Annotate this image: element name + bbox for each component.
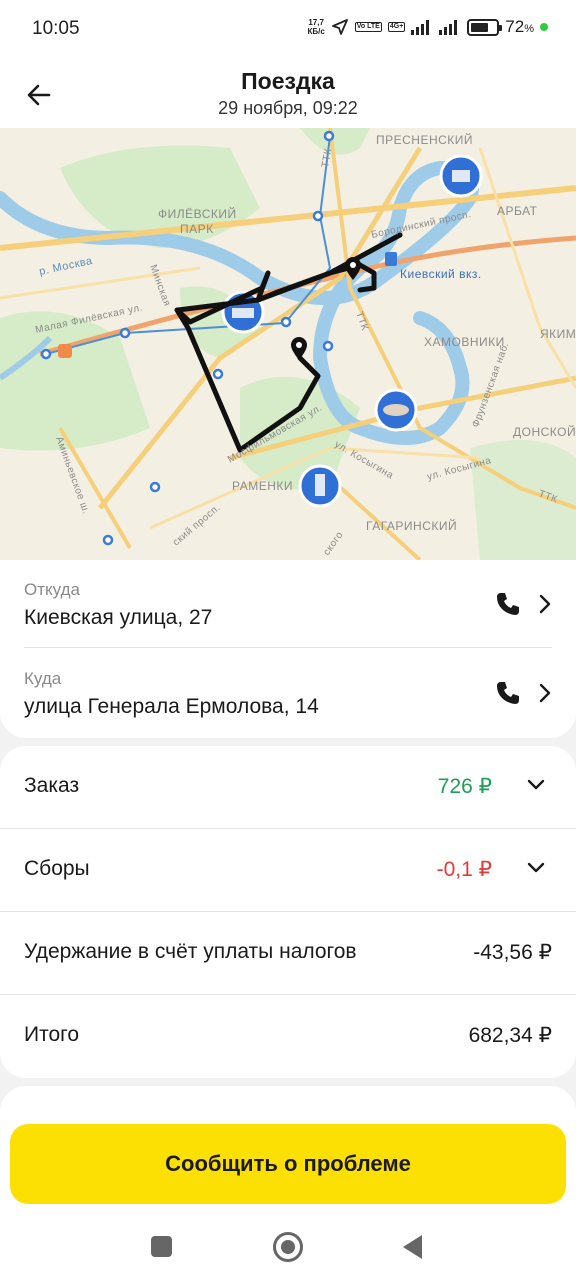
map-label: ГАГАРИНСКИЙ xyxy=(366,518,457,533)
dropoff-address: улица Генерала Ермолова, 14 xyxy=(24,695,319,718)
dropoff-address-row[interactable]: Куда улица Генерала Ермолова, 14 xyxy=(24,649,552,737)
status-indicators: 17,7 КБ/с Vo LTE 4G+ 72% xyxy=(307,17,548,37)
privacy-indicator-dot xyxy=(540,23,548,31)
park-area xyxy=(240,376,360,490)
back-triangle-icon[interactable] xyxy=(403,1235,422,1259)
map-label: ФИЛЁВСКИЙ xyxy=(158,206,237,221)
landmark-pin xyxy=(298,464,342,508)
location-arrow-icon xyxy=(331,19,348,35)
road xyxy=(58,426,132,550)
battery-icon xyxy=(467,18,503,36)
network-type-badge: 4G+ xyxy=(387,22,406,32)
tax-label: Удержание в счёт уплаты налогов xyxy=(24,940,357,963)
map-label: АРБАТ xyxy=(497,204,538,218)
pickup-address-row[interactable]: Откуда Киевская улица, 27 xyxy=(24,560,552,648)
map-label: ский просп. xyxy=(171,502,223,548)
pickup-address: Киевская улица, 27 xyxy=(24,606,213,629)
phone-icon[interactable] xyxy=(494,679,522,707)
order-label: Заказ xyxy=(24,774,80,797)
pickup-label: Откуда xyxy=(24,580,80,599)
dropoff-label: Куда xyxy=(24,669,62,688)
battery-percent: 72% xyxy=(505,17,534,36)
volte-badge: Vo LTE xyxy=(354,22,382,32)
fees-row[interactable]: Сборы -0,1 ₽ xyxy=(0,829,576,912)
toll-road-icon xyxy=(58,344,72,358)
map-label: Фрунзенская наб. xyxy=(470,340,512,429)
network-speed-unit: КБ/с xyxy=(307,27,325,36)
status-bar: 10:05 17,7 КБ/с Vo LTE 4G+ 72% xyxy=(0,0,576,58)
recent-apps-icon[interactable] xyxy=(151,1236,172,1257)
map-label: Киевский вкз. xyxy=(400,267,482,281)
map-label: ул. Косыгина xyxy=(333,439,396,482)
trip-datetime: 29 ноября, 09:22 xyxy=(218,98,358,118)
report-problem-button[interactable]: Сообщить о проблеме xyxy=(10,1124,566,1204)
map-label: ПРЕСНЕНСКИЙ xyxy=(376,132,473,147)
route-map[interactable]: ПРЕСНЕНСКИЙ АРБАТ ФИЛЁВСКИЙ ПАРК р. Моск… xyxy=(0,128,576,560)
order-amount: 726 ₽ xyxy=(437,775,492,798)
map-label: ского xyxy=(321,530,345,558)
bottom-action-area: Сообщить о проблеме xyxy=(0,1112,576,1214)
chevron-right-icon xyxy=(539,683,551,703)
fees-amount: -0,1 ₽ xyxy=(436,858,492,881)
route-end-pin xyxy=(291,337,307,360)
map-label: ПАРК xyxy=(180,222,214,236)
battery-level xyxy=(471,22,489,32)
map-label: Минская xyxy=(147,263,172,308)
trip-details-screen: 10:05 17,7 КБ/с Vo LTE 4G+ 72% Поездка 2… xyxy=(0,0,576,1280)
page-title: Поездка xyxy=(241,68,335,94)
tax-amount: -43,56 ₽ xyxy=(473,941,552,964)
map-label: ТТК xyxy=(353,310,370,332)
system-navigation-bar xyxy=(0,1214,576,1280)
map-canvas: ПРЕСНЕНСКИЙ АРБАТ ФИЛЁВСКИЙ ПАРК р. Моск… xyxy=(0,128,576,560)
landmark-pin xyxy=(439,154,483,198)
road-minor xyxy=(478,147,576,389)
map-label: РАМЕНКИ xyxy=(232,479,293,493)
network-speed-value: 17,7 xyxy=(308,18,324,27)
chevron-down-icon[interactable] xyxy=(526,861,546,875)
order-row[interactable]: Заказ 726 ₽ xyxy=(0,746,576,829)
map-label: ТТК xyxy=(320,147,334,168)
signal-strength-icon xyxy=(411,20,430,35)
total-label: Итого xyxy=(24,1023,80,1046)
tax-row: Удержание в счёт уплаты налогов -43,56 ₽ xyxy=(0,912,576,995)
fees-label: Сборы xyxy=(24,857,90,880)
signal-strength-2-icon xyxy=(439,20,458,35)
map-label: ХАМОВНИКИ xyxy=(424,335,505,349)
road-minor xyxy=(0,266,201,300)
map-label: Бородинский просп. xyxy=(370,209,472,241)
header: Поездка 29 ноября, 09:22 xyxy=(0,58,576,128)
trip-addresses-card: Откуда Киевская улица, 27 Куда улица Ген… xyxy=(0,560,576,738)
home-icon[interactable] xyxy=(273,1232,303,1262)
railway-station-icon xyxy=(385,252,397,266)
map-label: ДОНСКОЙ xyxy=(513,424,576,439)
phone-icon[interactable] xyxy=(494,590,522,618)
total-amount: 682,34 ₽ xyxy=(468,1024,552,1047)
landmark-pin xyxy=(374,388,418,432)
trip-payment-card: Заказ 726 ₽ Сборы -0,1 ₽ Удержание в счё… xyxy=(0,746,576,1078)
map-label: ЯКИМ xyxy=(540,327,576,341)
chevron-right-icon xyxy=(539,594,551,614)
status-time: 10:05 xyxy=(32,18,80,39)
total-row: Итого 682,34 ₽ xyxy=(0,995,576,1078)
network-speed: 17,7 КБ/с xyxy=(307,18,324,36)
map-label: р. Москва xyxy=(38,255,94,278)
park-area xyxy=(300,128,370,155)
chevron-down-icon[interactable] xyxy=(526,778,546,792)
